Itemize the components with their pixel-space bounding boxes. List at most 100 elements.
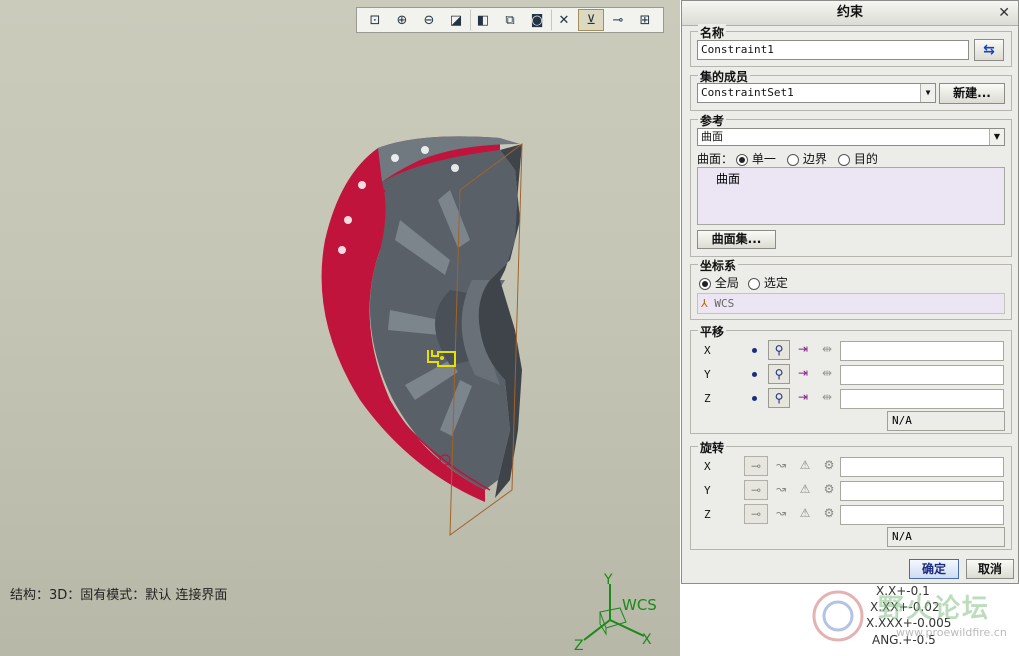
reference-legend: 参考 xyxy=(698,112,727,129)
locked-icon[interactable]: ⇥ xyxy=(792,340,814,360)
model-status-text: 结构：3D：固有模式：默认 连接界面 xyxy=(10,588,228,603)
rotation-free-icon[interactable]: ⊸ xyxy=(744,480,768,500)
wcs-name-label: WCS xyxy=(622,596,657,614)
wcs-y-label: Y xyxy=(603,572,613,588)
rotation-free-icon[interactable]: ⊸ xyxy=(744,504,768,524)
view-toolbar: ⊡ ⊕ ⊖ ◪ ◧ ⧉ ◙ ✕ ⊻ ⊸ ⊞ xyxy=(356,7,664,33)
rotation-lock-icon[interactable]: ↝ xyxy=(770,504,792,524)
snapshot-icon[interactable]: ◙ xyxy=(524,9,550,31)
translation-row-y: Y ⚲ ⇥ ⇹ xyxy=(682,364,1019,386)
select-name-button[interactable]: ⇆ xyxy=(974,39,1004,61)
dialog-title: 约束 xyxy=(836,5,863,20)
free-icon[interactable]: ⚲ xyxy=(768,340,790,360)
reference-type-value: 曲面 xyxy=(701,130,723,143)
rotation-limits-icon[interactable]: ⚙ xyxy=(818,480,840,500)
radio-selected-label: 选定 xyxy=(763,276,788,290)
status-dot-icon xyxy=(752,348,757,353)
rotation-free-icon[interactable]: ⊸ xyxy=(744,456,768,476)
wcs-triad: Y X Z WCS xyxy=(574,572,657,654)
limits-icon[interactable]: ⇹ xyxy=(816,340,838,360)
rotation-limits-icon[interactable]: ⚙ xyxy=(818,504,840,524)
component-display-icon[interactable]: ⊞ xyxy=(632,9,658,31)
value-input[interactable] xyxy=(840,457,1004,477)
rotation-lock-icon[interactable]: ↝ xyxy=(770,480,792,500)
radio-selected[interactable]: 选定 xyxy=(748,274,788,291)
radio-global-label: 全局 xyxy=(714,276,739,290)
limits-icon[interactable]: ⇹ xyxy=(816,364,838,384)
rotation-row-z: Z ⊸ ↝ ⚠ ⚙ xyxy=(682,504,1019,526)
graphics-window[interactable]: ⊡ ⊕ ⊖ ◪ ◧ ⧉ ◙ ✕ ⊻ ⊸ ⊞ 结构：3D：固有模式：默认 连接界面… xyxy=(0,0,680,656)
rotation-lock-icon[interactable]: ↝ xyxy=(770,456,792,476)
forum-logo-icon xyxy=(812,590,864,642)
radio-intent-label: 目的 xyxy=(853,152,878,166)
rotation-axis-icon[interactable]: ⚠ xyxy=(794,480,816,500)
free-icon[interactable]: ⚲ xyxy=(768,364,790,384)
radio-icon xyxy=(736,153,748,166)
status-dot-icon xyxy=(752,372,757,377)
name-input[interactable]: Constraint1 xyxy=(697,40,969,60)
watermark-url: www.proewildfire.cn xyxy=(896,626,1007,639)
reference-type-select[interactable]: 曲面 ▼ xyxy=(697,128,1005,146)
radio-intent[interactable]: 目的 xyxy=(838,150,878,167)
radio-global[interactable]: 全局 xyxy=(699,274,739,291)
rotation-axis-icon[interactable]: ⚠ xyxy=(794,504,816,524)
rotation-limits-icon[interactable]: ⚙ xyxy=(818,456,840,476)
axis-label: X xyxy=(704,460,711,473)
refit-icon[interactable]: ◪ xyxy=(443,9,469,31)
csys-field[interactable]: ⅄ WCS xyxy=(697,293,1005,314)
rotation-row-y: Y ⊸ ↝ ⚠ ⚙ xyxy=(682,480,1019,502)
wcs-x-label: X xyxy=(642,632,652,648)
reference-list[interactable]: 曲面 xyxy=(697,167,1005,225)
surface-set-button[interactable]: 曲面集... xyxy=(697,230,776,249)
axis-label: Y xyxy=(704,484,711,497)
cad-model[interactable] xyxy=(300,130,540,540)
chevron-down-icon: ▼ xyxy=(920,84,935,102)
list-item[interactable]: 曲面 xyxy=(716,170,740,187)
ok-button[interactable]: 确定 xyxy=(909,559,959,579)
wcs-z-label: Z xyxy=(574,638,584,654)
surface-label: 曲面： xyxy=(697,152,734,166)
status-dot-icon xyxy=(752,396,757,401)
csys-legend: 坐标系 xyxy=(698,257,739,274)
value-input[interactable] xyxy=(840,389,1004,409)
translation-legend: 平移 xyxy=(698,323,727,340)
watermark-title: 野火论坛 xyxy=(878,594,991,624)
name-legend: 名称 xyxy=(698,24,727,41)
radio-icon xyxy=(838,153,850,166)
csys-display-icon[interactable]: ⊻ xyxy=(578,9,604,31)
zoom-out-icon[interactable]: ⊖ xyxy=(416,9,442,31)
value-input[interactable] xyxy=(840,365,1004,385)
point-display-icon[interactable]: ⊸ xyxy=(605,9,631,31)
radio-single-label: 单一 xyxy=(751,152,776,166)
rotation-na-field: N/A xyxy=(887,527,1005,547)
axis-label: Z xyxy=(704,392,711,405)
csys-value: WCS xyxy=(714,297,735,310)
set-member-select[interactable]: ConstraintSet1 ▼ xyxy=(697,83,936,103)
dialog-titlebar: 约束 ✕ xyxy=(682,1,1018,26)
locked-icon[interactable]: ⇥ xyxy=(792,388,814,408)
saved-view-icon[interactable]: ⧉ xyxy=(497,9,523,31)
value-input[interactable] xyxy=(840,505,1004,525)
new-set-button[interactable]: 新建... xyxy=(939,83,1005,104)
zoom-in-icon[interactable]: ⊕ xyxy=(389,9,415,31)
value-input[interactable] xyxy=(840,481,1004,501)
close-icon[interactable]: ✕ xyxy=(998,1,1010,25)
radio-icon xyxy=(748,277,760,290)
radio-boundary-label: 边界 xyxy=(802,152,827,166)
constraint-dialog: 约束 ✕ 名称 Constraint1 ⇆ 集的成员 ConstraintSet… xyxy=(681,0,1019,584)
locked-icon[interactable]: ⇥ xyxy=(792,364,814,384)
limits-icon[interactable]: ⇹ xyxy=(816,388,838,408)
shading-icon[interactable]: ◧ xyxy=(470,9,496,31)
swap-icon: ⇆ xyxy=(983,42,995,58)
datum-display-icon[interactable]: ✕ xyxy=(551,9,577,31)
rotation-axis-icon[interactable]: ⚠ xyxy=(794,456,816,476)
rotation-row-x: X ⊸ ↝ ⚠ ⚙ xyxy=(682,456,1019,478)
free-icon[interactable]: ⚲ xyxy=(768,388,790,408)
cancel-button[interactable]: 取消 xyxy=(966,559,1014,579)
radio-boundary[interactable]: 边界 xyxy=(787,150,827,167)
radio-single[interactable]: 单一 xyxy=(736,150,776,167)
zoom-window-icon[interactable]: ⊡ xyxy=(362,9,388,31)
axis-label: X xyxy=(704,344,711,357)
rotation-legend: 旋转 xyxy=(698,439,727,456)
value-input[interactable] xyxy=(840,341,1004,361)
